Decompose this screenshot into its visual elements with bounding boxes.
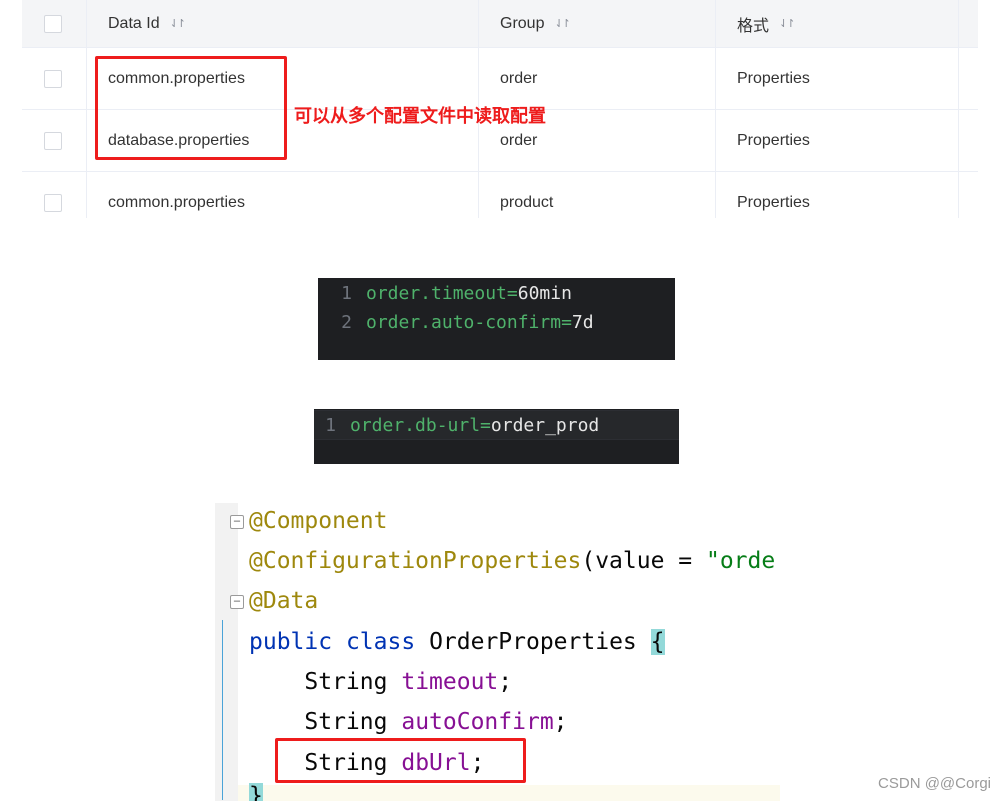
- row-checkbox[interactable]: [44, 48, 64, 109]
- property-key: order.timeout: [366, 282, 507, 304]
- checkbox[interactable]: [44, 131, 62, 150]
- header-data-id[interactable]: Data Id ⇃↾: [108, 0, 187, 47]
- checkbox[interactable]: [44, 193, 62, 212]
- string-literal: "orde: [705, 548, 776, 574]
- code-line: public class OrderProperties {: [249, 626, 665, 658]
- properties-editor-common: 1 order.timeout = 60min 2 order.auto-confi…: [318, 278, 675, 360]
- open-brace: {: [650, 629, 665, 655]
- type-string: String: [304, 709, 388, 735]
- sort-icon[interactable]: ⇃↾: [170, 17, 187, 30]
- property-key: order.auto-confirm: [366, 311, 562, 333]
- fold-collapse-icon[interactable]: −: [230, 595, 244, 609]
- watermark: CSDN @@Corgi: [878, 775, 991, 792]
- field-timeout: timeout: [401, 669, 499, 695]
- checkbox[interactable]: [44, 69, 62, 88]
- checkbox[interactable]: [44, 14, 62, 33]
- code-line: @Component: [249, 505, 387, 537]
- header-label: Group: [500, 14, 545, 32]
- sort-icon[interactable]: ⇃↾: [554, 17, 571, 30]
- equals-sign: =: [561, 311, 572, 333]
- column-divider: [715, 110, 716, 171]
- header-group[interactable]: Group ⇃↾: [500, 0, 571, 47]
- table-header: Data Id ⇃↾ Group ⇃↾ 格式 ⇃↾: [22, 0, 978, 48]
- cell-format: Properties: [737, 69, 810, 87]
- keyword-public: public: [249, 629, 333, 655]
- field-auto-confirm: autoConfirm: [401, 709, 554, 735]
- properties-editor-database: 1 order.db-url = order_prod: [314, 409, 679, 464]
- column-divider: [715, 0, 716, 47]
- header-label: 格式: [737, 17, 770, 35]
- cell-format: Properties: [737, 131, 810, 149]
- semicolon: ;: [498, 669, 513, 695]
- column-divider: [86, 0, 87, 47]
- select-all-checkbox[interactable]: [44, 0, 64, 47]
- column-divider: [478, 48, 479, 109]
- code-line: @Data: [249, 585, 318, 617]
- code-line: String autoConfirm;: [249, 706, 568, 738]
- column-divider: [86, 48, 87, 109]
- column-divider: [958, 48, 959, 109]
- equals-sign: =: [480, 414, 491, 436]
- column-divider: [86, 110, 87, 171]
- row-checkbox[interactable]: [44, 110, 64, 171]
- row-checkbox[interactable]: [44, 172, 64, 218]
- editor-gutter: [215, 503, 238, 801]
- column-divider: [958, 0, 959, 47]
- highlight-box-dburl: [275, 738, 526, 783]
- code-line: String timeout;: [249, 666, 512, 698]
- property-key: order.db-url: [350, 414, 481, 436]
- class-name: OrderProperties: [429, 629, 637, 655]
- sort-icon[interactable]: ⇃↾: [779, 17, 796, 30]
- code-line: 1 order.db-url = order_prod: [314, 410, 679, 440]
- property-value: order_prod: [490, 414, 600, 436]
- code-text: (value =: [581, 548, 706, 574]
- column-divider: [715, 48, 716, 109]
- semicolon: ;: [553, 709, 568, 735]
- current-line-highlight: [238, 785, 780, 801]
- code-line: 2 order.auto-confirm = 7d: [318, 308, 675, 336]
- column-divider: [958, 172, 959, 218]
- column-divider: [478, 172, 479, 218]
- code-line: @ConfigurationProperties (value = "orde: [249, 545, 775, 577]
- line-number: 1: [341, 282, 352, 304]
- annotation-data: @Data: [249, 588, 319, 614]
- line-number: 2: [341, 311, 352, 333]
- annotation-component: @Component: [249, 508, 388, 534]
- property-value: 7d: [571, 311, 594, 333]
- code-line: 1 order.timeout = 60min: [318, 279, 675, 307]
- type-string: String: [304, 669, 388, 695]
- column-divider: [715, 172, 716, 218]
- equals-sign: =: [506, 282, 518, 304]
- table-row: common.properties product Properties: [22, 172, 978, 218]
- cell-group: product: [500, 193, 554, 211]
- header-format[interactable]: 格式 ⇃↾: [737, 0, 796, 47]
- header-label: Data Id: [108, 14, 160, 32]
- close-brace: }: [249, 783, 263, 801]
- annotation-configuration-properties: @ConfigurationProperties: [249, 548, 582, 574]
- highlight-box-data-ids: [95, 56, 287, 160]
- cell-format: Properties: [737, 193, 810, 211]
- column-divider: [958, 110, 959, 171]
- column-divider: [86, 172, 87, 218]
- fold-collapse-icon[interactable]: −: [230, 515, 244, 529]
- indent-guide: [222, 620, 223, 800]
- cell-group: order: [500, 69, 538, 87]
- property-value: 60min: [517, 282, 572, 304]
- column-divider: [478, 0, 479, 47]
- line-number: 1: [325, 414, 336, 436]
- code-line: }: [249, 783, 263, 801]
- cell-data-id: common.properties: [108, 193, 245, 211]
- annotation-text: 可以从多个配置文件中读取配置: [294, 106, 546, 127]
- keyword-class: class: [345, 629, 416, 655]
